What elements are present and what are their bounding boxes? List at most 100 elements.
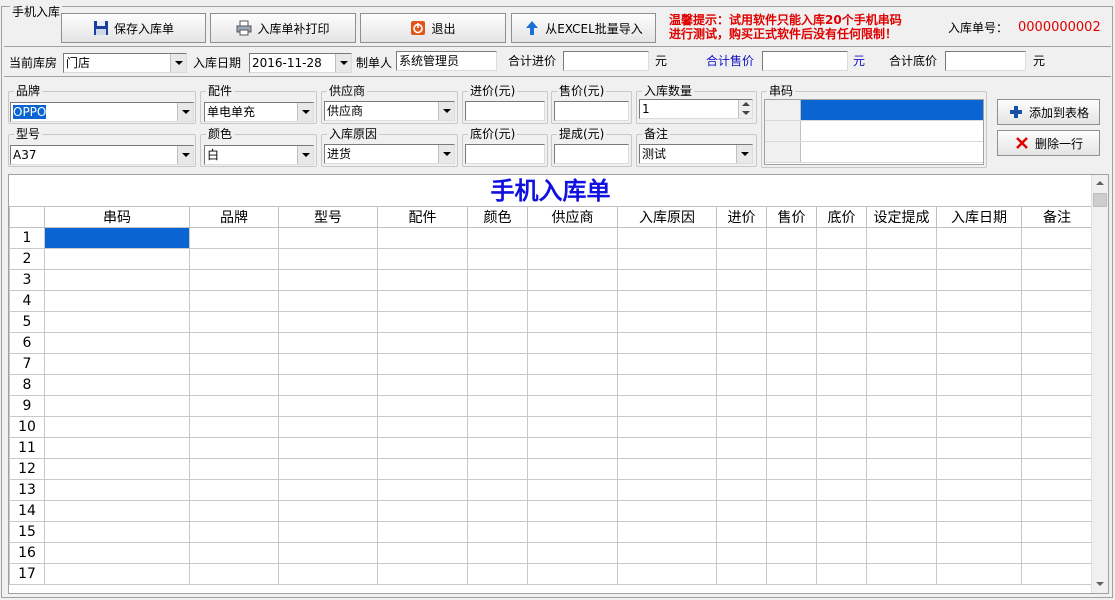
table-cell[interactable] (1021, 458, 1093, 480)
table-cell[interactable] (527, 458, 618, 480)
table-cell[interactable] (278, 353, 378, 375)
table-cell[interactable] (278, 290, 378, 312)
table-cell[interactable] (189, 311, 279, 333)
table-cell[interactable] (1021, 542, 1093, 564)
table-cell[interactable] (189, 248, 279, 270)
table-cell[interactable] (278, 332, 378, 354)
table-cell[interactable] (766, 563, 817, 585)
table-row[interactable]: 17 (9, 563, 1093, 585)
table-cell[interactable] (278, 227, 378, 249)
grid-corner-header[interactable] (9, 206, 45, 228)
table-cell[interactable] (816, 311, 867, 333)
total-cost-field[interactable] (563, 51, 649, 71)
table-cell[interactable] (936, 353, 1022, 375)
floor-field[interactable] (465, 144, 545, 164)
table-row[interactable]: 4 (9, 290, 1093, 312)
serial-cell[interactable] (801, 121, 983, 141)
column-header[interactable]: 入库日期 (936, 206, 1022, 228)
table-cell[interactable] (189, 500, 279, 522)
table-cell[interactable] (716, 269, 767, 291)
table-cell[interactable] (866, 416, 937, 438)
table-cell[interactable] (527, 563, 618, 585)
table-cell[interactable] (527, 521, 618, 543)
table-cell[interactable] (936, 437, 1022, 459)
table-cell[interactable] (189, 332, 279, 354)
table-cell[interactable] (44, 311, 190, 333)
table-cell[interactable] (189, 563, 279, 585)
table-cell[interactable] (936, 269, 1022, 291)
serial-list[interactable] (764, 99, 984, 165)
table-cell[interactable] (467, 416, 528, 438)
serial-row[interactable] (765, 142, 983, 163)
table-cell[interactable] (527, 269, 618, 291)
table-cell[interactable] (1021, 311, 1093, 333)
table-cell[interactable] (1021, 374, 1093, 396)
table-cell[interactable] (527, 437, 618, 459)
table-cell[interactable] (377, 332, 468, 354)
table-cell[interactable] (467, 395, 528, 417)
table-cell[interactable] (467, 332, 528, 354)
table-cell[interactable] (936, 563, 1022, 585)
table-row[interactable]: 7 (9, 353, 1093, 375)
table-cell[interactable] (527, 542, 618, 564)
table-cell[interactable] (377, 290, 468, 312)
table-cell[interactable] (377, 500, 468, 522)
chevron-down-icon[interactable] (297, 146, 313, 164)
table-cell[interactable] (189, 521, 279, 543)
table-cell[interactable] (44, 479, 190, 501)
table-cell[interactable] (816, 290, 867, 312)
table-row[interactable]: 15 (9, 521, 1093, 543)
table-cell[interactable] (617, 416, 717, 438)
chevron-down-icon[interactable] (177, 103, 193, 121)
table-cell[interactable] (617, 479, 717, 501)
grid-table[interactable]: 串码 品牌 型号 配件 颜色 供应商 入库原因 进价 售价 底价 设定提成 入库日期 备注 123456… (9, 206, 1093, 585)
table-row[interactable]: 3 (9, 269, 1093, 291)
table-cell[interactable] (527, 227, 618, 249)
scroll-down-icon[interactable] (1092, 576, 1108, 593)
table-cell[interactable] (617, 332, 717, 354)
table-cell[interactable] (617, 311, 717, 333)
accessory-select[interactable]: 单电单充 (204, 102, 314, 122)
table-cell[interactable] (377, 269, 468, 291)
table-row[interactable]: 10 (9, 416, 1093, 438)
table-cell[interactable] (716, 542, 767, 564)
date-picker[interactable]: 2016-11-28 (249, 53, 352, 73)
table-row[interactable]: 14 (9, 500, 1093, 522)
column-header[interactable]: 售价 (766, 206, 817, 228)
grid-scrollbar[interactable] (1091, 175, 1108, 593)
table-cell[interactable] (716, 500, 767, 522)
total-floor-field[interactable] (945, 51, 1026, 71)
table-cell[interactable] (1021, 395, 1093, 417)
column-header[interactable]: 品牌 (189, 206, 279, 228)
save-button[interactable]: 保存入库单 (61, 13, 206, 43)
table-cell[interactable] (467, 542, 528, 564)
table-row[interactable]: 6 (9, 332, 1093, 354)
table-cell[interactable] (467, 269, 528, 291)
table-cell[interactable] (936, 542, 1022, 564)
table-cell[interactable] (866, 353, 937, 375)
table-cell[interactable] (1021, 437, 1093, 459)
table-cell[interactable] (936, 227, 1022, 249)
table-cell[interactable] (189, 353, 279, 375)
reprint-button[interactable]: 入库单补打印 (210, 13, 356, 43)
table-cell[interactable] (527, 290, 618, 312)
scroll-up-icon[interactable] (1092, 175, 1108, 192)
table-cell[interactable] (278, 563, 378, 585)
table-cell[interactable] (766, 542, 817, 564)
table-cell[interactable] (936, 332, 1022, 354)
table-cell[interactable] (527, 374, 618, 396)
table-cell[interactable] (816, 458, 867, 480)
table-cell[interactable] (377, 479, 468, 501)
table-cell[interactable] (766, 332, 817, 354)
table-cell[interactable] (716, 479, 767, 501)
table-cell[interactable] (527, 479, 618, 501)
table-cell[interactable] (716, 353, 767, 375)
column-header[interactable]: 供应商 (527, 206, 618, 228)
table-cell[interactable] (467, 458, 528, 480)
table-cell[interactable] (816, 416, 867, 438)
table-cell[interactable] (716, 248, 767, 270)
commission-field[interactable] (554, 144, 629, 164)
table-cell[interactable] (377, 542, 468, 564)
table-cell[interactable] (44, 416, 190, 438)
table-cell[interactable] (617, 353, 717, 375)
